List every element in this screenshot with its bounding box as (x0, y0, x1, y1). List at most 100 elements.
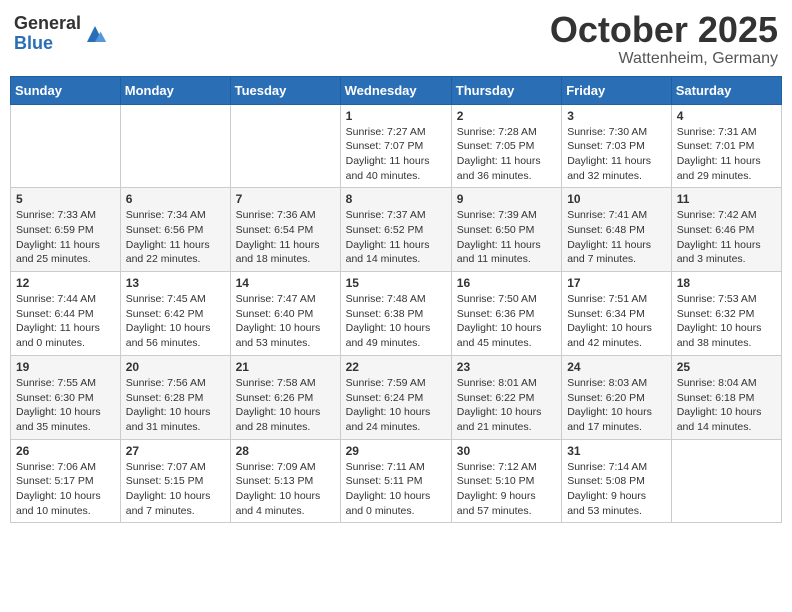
calendar-cell: 12 Sunrise: 7:44 AM Sunset: 6:44 PM Dayli… (11, 272, 121, 356)
weekday-header-sunday: Sunday (11, 76, 121, 104)
calendar-cell: 24Sunrise: 8:03 AM Sunset: 6:20 PM Dayli… (562, 355, 672, 439)
calendar-cell: 15Sunrise: 7:48 AM Sunset: 6:38 PM Dayli… (340, 272, 451, 356)
calendar-cell: 4 Sunrise: 7:31 AM Sunset: 7:01 PM Daylig… (671, 104, 781, 188)
day-number: 3 (567, 109, 666, 123)
calendar-cell (230, 104, 340, 188)
day-info: Sunrise: 7:42 AM Sunset: 6:46 PM Dayligh… (677, 208, 776, 267)
weekday-header-wednesday: Wednesday (340, 76, 451, 104)
day-info: Sunrise: 7:34 AM Sunset: 6:56 PM Dayligh… (126, 208, 225, 267)
day-info: Sunrise: 7:44 AM Sunset: 6:44 PM Dayligh… (16, 292, 115, 351)
day-number: 19 (16, 360, 115, 374)
calendar-cell: 13 Sunrise: 7:45 AM Sunset: 6:42 PM Dayli… (120, 272, 230, 356)
calendar-cell: 21Sunrise: 7:58 AM Sunset: 6:26 PM Dayli… (230, 355, 340, 439)
day-info: Sunrise: 7:06 AM Sunset: 5:17 PM Dayligh… (16, 460, 115, 519)
calendar-cell: 25 Sunrise: 8:04 AM Sunset: 6:18 PM Dayli… (671, 355, 781, 439)
day-info: Sunrise: 8:04 AM Sunset: 6:18 PM Dayligh… (677, 376, 776, 435)
day-number: 11 (677, 192, 776, 206)
day-number: 15 (346, 276, 446, 290)
day-info: Sunrise: 7:27 AM Sunset: 7:07 PM Dayligh… (346, 125, 446, 184)
calendar-cell: 29 Sunrise: 7:11 AM Sunset: 5:11 PM Dayli… (340, 439, 451, 523)
day-number: 16 (457, 276, 556, 290)
calendar-cell: 11 Sunrise: 7:42 AM Sunset: 6:46 PM Dayli… (671, 188, 781, 272)
day-info: Sunrise: 7:41 AM Sunset: 6:48 PM Dayligh… (567, 208, 666, 267)
logo-icon (83, 22, 107, 46)
day-number: 5 (16, 192, 115, 206)
logo-blue-text: Blue (14, 34, 81, 54)
calendar-cell (671, 439, 781, 523)
day-number: 30 (457, 444, 556, 458)
calendar-cell: 27Sunrise: 7:07 AM Sunset: 5:15 PM Dayli… (120, 439, 230, 523)
calendar-cell: 2 Sunrise: 7:28 AM Sunset: 7:05 PM Daylig… (451, 104, 561, 188)
calendar-cell: 10 Sunrise: 7:41 AM Sunset: 6:48 PM Dayli… (562, 188, 672, 272)
day-info: Sunrise: 7:12 AM Sunset: 5:10 PM Dayligh… (457, 460, 556, 519)
calendar-cell: 9Sunrise: 7:39 AM Sunset: 6:50 PM Daylig… (451, 188, 561, 272)
day-number: 12 (16, 276, 115, 290)
week-row-3: 12 Sunrise: 7:44 AM Sunset: 6:44 PM Dayli… (11, 272, 782, 356)
day-number: 31 (567, 444, 666, 458)
calendar-cell (120, 104, 230, 188)
calendar-cell: 16Sunrise: 7:50 AM Sunset: 6:36 PM Dayli… (451, 272, 561, 356)
day-number: 7 (236, 192, 335, 206)
logo-general-text: General (14, 14, 81, 34)
day-info: Sunrise: 7:36 AM Sunset: 6:54 PM Dayligh… (236, 208, 335, 267)
calendar-cell: 22 Sunrise: 7:59 AM Sunset: 6:24 PM Dayli… (340, 355, 451, 439)
calendar-cell: 31 Sunrise: 7:14 AM Sunset: 5:08 PM Dayli… (562, 439, 672, 523)
day-number: 13 (126, 276, 225, 290)
day-number: 27 (126, 444, 225, 458)
calendar-cell: 5 Sunrise: 7:33 AM Sunset: 6:59 PM Daylig… (11, 188, 121, 272)
day-number: 10 (567, 192, 666, 206)
day-info: Sunrise: 7:55 AM Sunset: 6:30 PM Dayligh… (16, 376, 115, 435)
day-number: 4 (677, 109, 776, 123)
day-number: 22 (346, 360, 446, 374)
day-info: Sunrise: 7:59 AM Sunset: 6:24 PM Dayligh… (346, 376, 446, 435)
calendar-cell: 26 Sunrise: 7:06 AM Sunset: 5:17 PM Dayli… (11, 439, 121, 523)
day-info: Sunrise: 7:39 AM Sunset: 6:50 PM Dayligh… (457, 208, 556, 267)
calendar-table: SundayMondayTuesdayWednesdayThursdayFrid… (10, 76, 782, 524)
day-number: 21 (236, 360, 335, 374)
day-number: 14 (236, 276, 335, 290)
day-info: Sunrise: 7:28 AM Sunset: 7:05 PM Dayligh… (457, 125, 556, 184)
day-info: Sunrise: 7:37 AM Sunset: 6:52 PM Dayligh… (346, 208, 446, 267)
location-subtitle: Wattenheim, Germany (550, 50, 778, 68)
week-row-4: 19 Sunrise: 7:55 AM Sunset: 6:30 PM Dayli… (11, 355, 782, 439)
day-number: 6 (126, 192, 225, 206)
page-header: General Blue October 2025 Wattenheim, Ge… (10, 10, 782, 68)
day-info: Sunrise: 7:11 AM Sunset: 5:11 PM Dayligh… (346, 460, 446, 519)
weekday-header-saturday: Saturday (671, 76, 781, 104)
calendar-cell: 20 Sunrise: 7:56 AM Sunset: 6:28 PM Dayli… (120, 355, 230, 439)
day-info: Sunrise: 7:45 AM Sunset: 6:42 PM Dayligh… (126, 292, 225, 351)
day-number: 17 (567, 276, 666, 290)
day-number: 2 (457, 109, 556, 123)
day-number: 18 (677, 276, 776, 290)
day-number: 24 (567, 360, 666, 374)
day-number: 1 (346, 109, 446, 123)
calendar-cell: 1 Sunrise: 7:27 AM Sunset: 7:07 PM Daylig… (340, 104, 451, 188)
day-info: Sunrise: 7:31 AM Sunset: 7:01 PM Dayligh… (677, 125, 776, 184)
day-info: Sunrise: 7:33 AM Sunset: 6:59 PM Dayligh… (16, 208, 115, 267)
calendar-cell: 7 Sunrise: 7:36 AM Sunset: 6:54 PM Daylig… (230, 188, 340, 272)
calendar-cell: 19 Sunrise: 7:55 AM Sunset: 6:30 PM Dayli… (11, 355, 121, 439)
day-number: 25 (677, 360, 776, 374)
weekday-header-thursday: Thursday (451, 76, 561, 104)
week-row-2: 5 Sunrise: 7:33 AM Sunset: 6:59 PM Daylig… (11, 188, 782, 272)
day-info: Sunrise: 7:09 AM Sunset: 5:13 PM Dayligh… (236, 460, 335, 519)
calendar-cell: 17 Sunrise: 7:51 AM Sunset: 6:34 PM Dayli… (562, 272, 672, 356)
day-info: Sunrise: 7:14 AM Sunset: 5:08 PM Dayligh… (567, 460, 666, 519)
weekday-header-monday: Monday (120, 76, 230, 104)
day-info: Sunrise: 7:56 AM Sunset: 6:28 PM Dayligh… (126, 376, 225, 435)
calendar-cell: 6 Sunrise: 7:34 AM Sunset: 6:56 PM Daylig… (120, 188, 230, 272)
day-number: 23 (457, 360, 556, 374)
day-number: 20 (126, 360, 225, 374)
calendar-cell: 14Sunrise: 7:47 AM Sunset: 6:40 PM Dayli… (230, 272, 340, 356)
calendar-cell: 18Sunrise: 7:53 AM Sunset: 6:32 PM Dayli… (671, 272, 781, 356)
calendar-cell (11, 104, 121, 188)
day-number: 26 (16, 444, 115, 458)
title-block: October 2025 Wattenheim, Germany (550, 10, 778, 68)
day-number: 29 (346, 444, 446, 458)
day-info: Sunrise: 8:01 AM Sunset: 6:22 PM Dayligh… (457, 376, 556, 435)
week-row-5: 26 Sunrise: 7:06 AM Sunset: 5:17 PM Dayli… (11, 439, 782, 523)
week-row-1: 1 Sunrise: 7:27 AM Sunset: 7:07 PM Daylig… (11, 104, 782, 188)
day-info: Sunrise: 7:30 AM Sunset: 7:03 PM Dayligh… (567, 125, 666, 184)
calendar-cell: 8Sunrise: 7:37 AM Sunset: 6:52 PM Daylig… (340, 188, 451, 272)
day-info: Sunrise: 7:51 AM Sunset: 6:34 PM Dayligh… (567, 292, 666, 351)
